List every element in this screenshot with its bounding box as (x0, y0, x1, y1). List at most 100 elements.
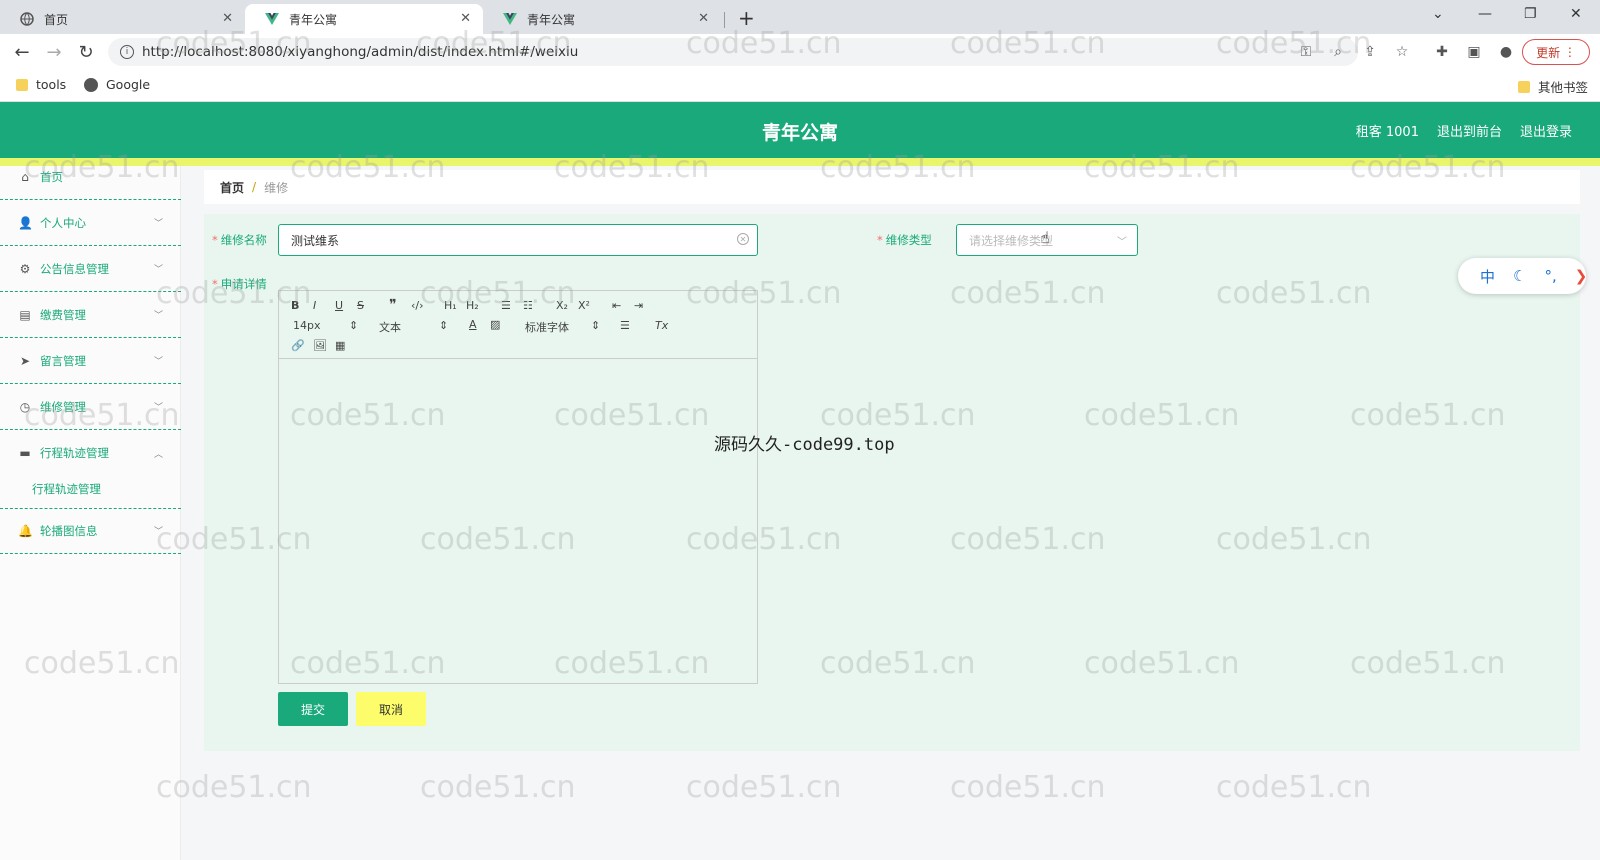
restore-icon[interactable]: ❐ (1524, 6, 1537, 22)
chevron-up-icon: ︿ (153, 449, 163, 460)
h1-icon[interactable]: H₁ (444, 299, 457, 312)
strike-icon[interactable]: S (357, 299, 364, 312)
star-icon[interactable]: ☆ (1392, 42, 1412, 62)
sidebar-item-trip[interactable]: ▬ 行程轨迹管理 ︿ (0, 430, 181, 476)
bookmark-tools[interactable]: tools (16, 77, 66, 92)
tab-home[interactable]: 首页 ✕ (0, 4, 245, 34)
breadcrumb-home[interactable]: 首页 (220, 179, 244, 196)
underline-icon[interactable]: U (335, 299, 343, 312)
address-bar-row: ← → ↻ i http://localhost:8080/xiyanghong… (0, 34, 1600, 70)
logout-link[interactable]: 退出登录 (1520, 121, 1572, 140)
submit-button[interactable]: 提交 (278, 692, 348, 726)
editor-content-area[interactable] (279, 359, 757, 683)
font-size-select[interactable]: 14px (293, 319, 321, 332)
repair-name-label-text: 维修名称 (220, 233, 267, 247)
forward-icon[interactable]: → (42, 40, 66, 64)
close-icon[interactable]: ✕ (698, 11, 709, 26)
clear-format-icon[interactable]: Tx (655, 319, 668, 332)
close-icon[interactable]: ✕ (460, 11, 471, 26)
punctuation-icon[interactable]: °, (1544, 267, 1556, 285)
tab-youth-apartment[interactable]: 青年公寓 ✕ (483, 4, 721, 34)
chevron-right-icon[interactable]: ❯ (1575, 267, 1588, 285)
extensions-icon[interactable]: ✚ (1432, 42, 1452, 62)
align-icon[interactable]: ☰ (620, 319, 630, 332)
h2-icon[interactable]: H₂ (466, 299, 479, 312)
watermark: code51.cn (1216, 770, 1372, 805)
superscript-icon[interactable]: X² (578, 299, 590, 312)
clock-icon: ◷ (19, 399, 31, 414)
tenant-label[interactable]: 租客 1001 (1356, 121, 1419, 140)
window-close-icon[interactable]: ✕ (1570, 6, 1582, 22)
minimize-icon[interactable]: — (1478, 6, 1492, 22)
sidebar-item-repair[interactable]: ◷ 维修管理 ﹀ (0, 384, 181, 430)
sidebar-item-label: 留言管理 (40, 353, 86, 368)
submenu-item-trip[interactable]: 行程轨迹管理 (32, 481, 101, 497)
sidebar-item-personal-center[interactable]: 👤 个人中心 ﹀ (0, 200, 181, 246)
zoom-icon[interactable]: ⌕ (1328, 42, 1348, 62)
subscript-icon[interactable]: X₂ (556, 299, 568, 312)
sidebar-item-payment[interactable]: ▤ 缴费管理 ﹀ (0, 292, 181, 338)
indent-icon[interactable]: ⇥ (634, 299, 643, 312)
tab-youth-apartment-active[interactable]: 青年公寓 ✕ (245, 4, 483, 34)
video-icon[interactable]: ▦ (335, 339, 345, 352)
info-icon[interactable]: i (120, 45, 134, 59)
back-icon[interactable]: ← (10, 40, 34, 64)
pointer-cursor-icon: ☝ (1040, 228, 1050, 247)
cancel-button[interactable]: 取消 (356, 692, 426, 726)
sidebar-item-carousel[interactable]: 🔔 轮播图信息 ﹀ (0, 508, 181, 554)
side-panel-icon[interactable]: ▣ (1464, 42, 1484, 62)
close-icon[interactable]: ✕ (222, 11, 233, 26)
image-icon[interactable]: 🖼 (313, 339, 327, 352)
rich-text-editor[interactable]: B I U S ❞ ‹/› H₁ H₂ ☰ ☷ X₂ X² ⇤ ⇥ 14px ⇕… (278, 290, 758, 684)
quote-icon[interactable]: ❞ (389, 297, 397, 313)
font-color-icon[interactable]: A (469, 318, 477, 331)
font-family-select[interactable]: 标准字体 (525, 319, 569, 335)
profile-icon[interactable]: ● (1496, 42, 1516, 62)
reload-icon[interactable]: ↻ (74, 40, 98, 64)
key-icon[interactable]: ⚿ (1296, 42, 1316, 62)
share-icon[interactable]: ⇪ (1360, 42, 1380, 62)
tab-search-icon[interactable]: ⌄ (1432, 6, 1444, 22)
moon-icon[interactable]: ☾ (1513, 267, 1526, 285)
bullet-list-icon[interactable]: ☷ (523, 299, 533, 312)
background-color-icon[interactable]: ▨ (490, 318, 500, 331)
home-icon: ⌂ (21, 169, 29, 184)
ordered-list-icon[interactable]: ☰ (501, 299, 511, 312)
folder-icon (16, 78, 28, 91)
outdent-icon[interactable]: ⇤ (612, 299, 621, 312)
sidebar-item-notice[interactable]: ⚙ 公告信息管理 ﹀ (0, 246, 181, 292)
url-text[interactable]: http://localhost:8080/xiyanghong/admin/d… (142, 44, 578, 60)
tab-label: 首页 (44, 12, 69, 27)
chevron-down-icon: ﹀ (153, 357, 163, 367)
bold-icon[interactable]: B (291, 299, 299, 312)
italic-icon[interactable]: I (313, 299, 316, 312)
sidebar-item-message[interactable]: ➤ 留言管理 ﹀ (0, 338, 181, 384)
sidebar-item-label: 个人中心 (40, 215, 86, 230)
document-icon: ▬ (19, 446, 31, 460)
bell-icon: 🔔 (18, 523, 33, 538)
bookmark-google[interactable]: Google (84, 77, 150, 92)
sidebar-item-home[interactable]: ⌂ 首页 (0, 154, 181, 200)
tab-label: 青年公寓 (527, 12, 576, 27)
exit-to-front-link[interactable]: 退出到前台 (1437, 121, 1502, 140)
link-icon[interactable]: 🔗 (291, 339, 305, 352)
header-select[interactable]: 文本 (379, 319, 401, 335)
update-button[interactable]: 更新 ⋮ (1522, 39, 1590, 65)
folder-icon (1518, 80, 1530, 93)
chevron-down-icon: ﹀ (153, 311, 163, 321)
bookmark-label: Google (106, 77, 151, 92)
clear-icon[interactable]: ✕ (737, 233, 749, 245)
other-bookmarks[interactable]: 其他书签 (1518, 77, 1588, 96)
ime-language[interactable]: 中 (1480, 266, 1495, 287)
chevron-down-icon: ﹀ (1117, 237, 1127, 248)
bookmarks-bar: tools Google 其他书签 (0, 70, 1600, 102)
sidebar-item-label: 公告信息管理 (40, 261, 109, 276)
ime-toolbar[interactable]: 中 ☾ °, ❯ (1458, 258, 1588, 294)
repair-name-input[interactable]: 测试维系 ✕ (278, 224, 758, 256)
new-tab-button[interactable]: + (738, 6, 755, 30)
code-icon[interactable]: ‹/› (411, 299, 424, 312)
other-bookmarks-label: 其他书签 (1538, 80, 1589, 95)
omnibox[interactable]: i http://localhost:8080/xiyanghong/admin… (108, 38, 1358, 66)
watermark: code51.cn (420, 770, 576, 805)
header-arrow-icon: ⇕ (439, 319, 449, 332)
